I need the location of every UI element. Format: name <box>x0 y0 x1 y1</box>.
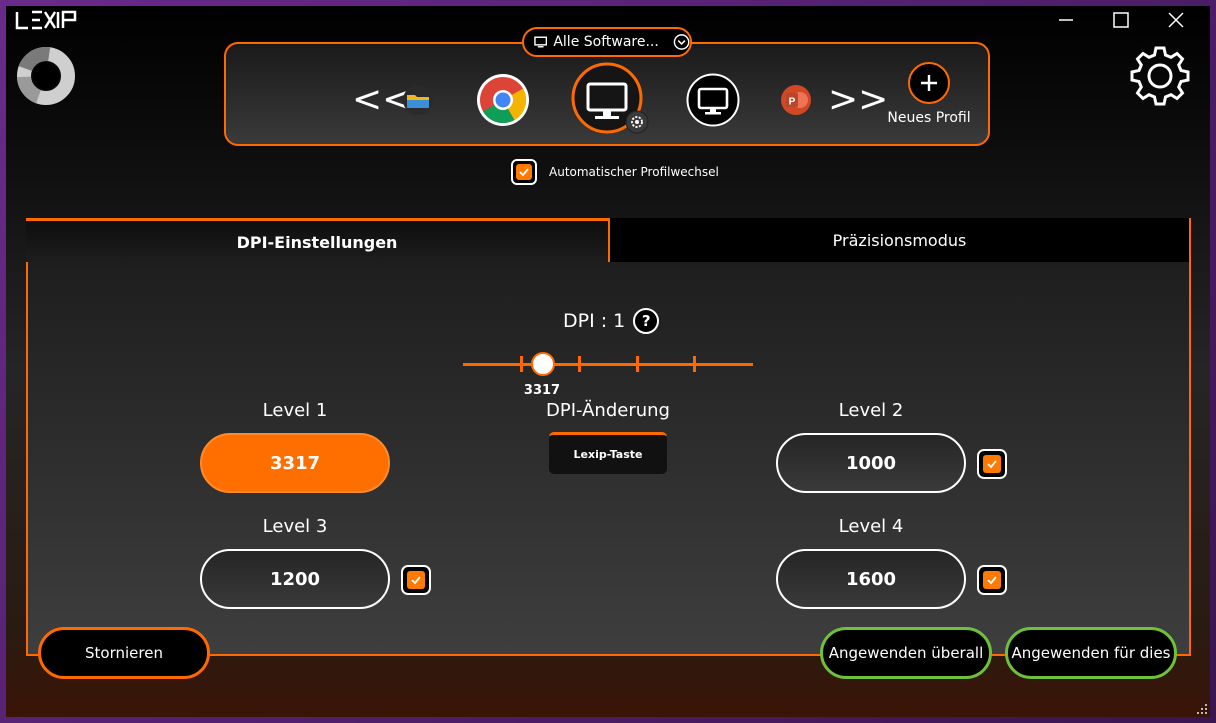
dpi-title: DPI : 1 ? <box>563 308 660 334</box>
dpi-change-label: DPI-Änderung <box>546 400 670 421</box>
check-icon <box>987 576 997 585</box>
folder-icon[interactable] <box>402 84 434 116</box>
app-window: Alle Software... << P >> Neues Profil Au… <box>6 6 1210 717</box>
chrome-icon[interactable] <box>476 73 530 127</box>
lexip-logo <box>15 10 77 30</box>
cancel-button[interactable]: Stornieren <box>38 627 210 679</box>
maximize-icon <box>1113 12 1129 28</box>
help-icon[interactable]: ? <box>633 308 660 334</box>
settings-badge-icon <box>625 110 649 134</box>
plus-icon <box>908 62 950 104</box>
level-2-input[interactable]: 1000 <box>776 433 966 493</box>
check-icon <box>519 168 529 177</box>
slider-tick <box>578 356 581 372</box>
close-icon <box>1168 12 1184 28</box>
status-ring-icon <box>16 47 75 105</box>
check-icon <box>987 460 997 469</box>
check-icon <box>411 576 421 585</box>
apply-this-button[interactable]: Angewenden für dies <box>1005 627 1177 679</box>
profile-desktop-active[interactable] <box>571 62 649 134</box>
software-filter-dropdown[interactable]: Alle Software... <box>522 27 692 57</box>
level-4-checkbox[interactable] <box>977 565 1007 595</box>
lexip-key-button[interactable]: Lexip-Taste <box>549 432 667 474</box>
new-profile-button[interactable]: Neues Profil <box>886 62 972 126</box>
level-1-input[interactable]: 3317 <box>200 433 390 493</box>
chevron-down-icon <box>673 34 690 50</box>
desktop-icon[interactable] <box>686 73 740 127</box>
auto-switch-label: Automatischer Profilwechsel <box>549 165 719 179</box>
level-4-label: Level 4 <box>838 516 904 537</box>
powerpoint-icon[interactable]: P <box>780 84 812 116</box>
new-profile-label: Neues Profil <box>887 110 971 126</box>
profile-next-button[interactable]: >> <box>828 82 888 118</box>
slider-tick <box>520 356 523 372</box>
level-2-checkbox[interactable] <box>977 449 1007 479</box>
level-4-input[interactable]: 1600 <box>776 549 966 609</box>
tab-precision-mode[interactable]: Präzisionsmodus <box>608 218 1191 264</box>
svg-text:P: P <box>789 97 796 108</box>
maximize-button[interactable] <box>1096 6 1146 34</box>
slider-tick <box>693 356 696 372</box>
level-1-label: Level 1 <box>262 400 328 421</box>
dpi-title-text: DPI : 1 <box>563 310 626 332</box>
level-3-checkbox[interactable] <box>401 565 431 595</box>
auto-profile-switch: Automatischer Profilwechsel <box>511 159 719 185</box>
tab-dpi-settings[interactable]: DPI-Einstellungen <box>26 218 608 264</box>
level-2-label: Level 2 <box>838 400 904 421</box>
level-3-input[interactable]: 1200 <box>200 549 390 609</box>
dpi-slider[interactable] <box>463 352 753 376</box>
slider-value: 3317 <box>523 383 561 398</box>
minimize-button[interactable] <box>1041 6 1091 34</box>
minimize-icon <box>1059 19 1073 21</box>
software-filter-label: Alle Software... <box>553 34 659 50</box>
slider-tick <box>636 356 639 372</box>
slider-thumb[interactable] <box>531 352 555 376</box>
resize-grip-icon[interactable] <box>1196 703 1208 715</box>
gear-icon[interactable] <box>1128 44 1192 108</box>
slider-track <box>463 363 753 366</box>
auto-switch-checkbox[interactable] <box>511 159 537 185</box>
level-3-label: Level 3 <box>262 516 328 537</box>
app-frame: Alle Software... << P >> Neues Profil Au… <box>0 0 1216 723</box>
close-button[interactable] <box>1151 6 1201 34</box>
apply-everywhere-button[interactable]: Angewenden überall <box>820 627 992 679</box>
monitor-icon <box>534 36 548 48</box>
